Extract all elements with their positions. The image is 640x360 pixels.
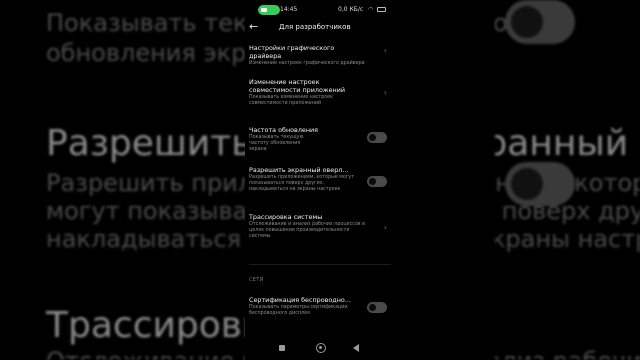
- status-icons: ◠: [368, 6, 387, 13]
- setting-title: Разрешить экранный оверл...: [249, 166, 349, 174]
- bg-toggle: [505, 0, 575, 44]
- setting-subtitle: Отслеживание и анализ рабочих процессов …: [249, 222, 365, 239]
- blurred-background-right: Показывать текущую обновления экрана Раз…: [495, 0, 640, 360]
- setting-subtitle: Показывать параметры сертификации беспро…: [249, 305, 348, 316]
- setting-wireless-certification[interactable]: Сертификация беспроводно... Показывать п…: [249, 296, 391, 317]
- back-button[interactable]: [353, 344, 359, 352]
- setting-subtitle: Разрешить приложениям, которые могут пок…: [249, 175, 354, 192]
- navigation-bar: [245, 338, 395, 358]
- bg-text: Разрешить приложениям, которые: [46, 169, 260, 197]
- app-bar: ← Для разработчиков: [245, 20, 395, 38]
- network-speed: 0,0 КБ/с: [338, 6, 364, 13]
- bg-text: накладываться на экраны настроек: [495, 225, 640, 253]
- setting-title: Трассировка системы: [249, 213, 323, 221]
- setting-title: Настройки графического драйвера: [249, 44, 335, 60]
- setting-title: Изменение настроек совместимости приложе…: [249, 78, 346, 94]
- chevron-right-icon: ›: [383, 88, 387, 97]
- status-bar: 14:45 0,0 КБ/с ◠: [245, 5, 395, 17]
- screen-overlay-toggle[interactable]: [367, 176, 387, 187]
- back-arrow-icon[interactable]: ←: [249, 20, 258, 33]
- setting-title: Сертификация беспроводно...: [249, 296, 351, 304]
- setting-app-compatibility[interactable]: Изменение настроек совместимости приложе…: [249, 78, 391, 107]
- page-title: Для разработчиков: [279, 23, 351, 31]
- screen-record-icon: [258, 5, 280, 15]
- home-button[interactable]: [316, 343, 326, 353]
- bg-text: могут показываться поверх других,: [46, 197, 260, 225]
- bg-text: Отслеживание и анализ рабочих процессов: [495, 346, 640, 360]
- chevron-right-icon: ›: [383, 46, 387, 55]
- setting-subtitle: Изменение настроек графического драйвера: [249, 61, 365, 66]
- setting-subtitle: Показывать изменение настроек совместимо…: [249, 95, 334, 106]
- wireless-certification-toggle[interactable]: [367, 302, 387, 313]
- refresh-rate-toggle[interactable]: [367, 132, 387, 143]
- bg-title: Трассировка системы: [46, 305, 260, 346]
- wifi-icon: ◠: [368, 6, 375, 13]
- bg-text: обновления экрана: [46, 39, 260, 67]
- divider: [249, 264, 391, 265]
- setting-subtitle: Показывать текущую частоту обновления эк…: [249, 135, 304, 152]
- setting-screen-overlay[interactable]: Разрешить экранный оверл... Разрешить пр…: [249, 166, 391, 193]
- chevron-right-icon: ›: [383, 223, 387, 232]
- status-time: 14:45: [280, 6, 298, 13]
- blurred-background-left: Показывать текущую обновления экрана Раз…: [0, 0, 260, 360]
- setting-graphics-driver[interactable]: Настройки графического драйвера Изменени…: [249, 44, 391, 67]
- bg-toggle: [505, 162, 575, 206]
- recents-button[interactable]: [279, 345, 285, 351]
- phone-screen: 14:45 0,0 КБ/с ◠ ← Для разработчиков Нас…: [245, 0, 395, 360]
- bg-title: Разрешить экранный оверл...: [495, 123, 640, 164]
- setting-system-tracing[interactable]: Трассировка системы Отслеживание и анали…: [249, 213, 391, 240]
- section-header-network: СЕТИ: [249, 277, 264, 283]
- bg-text: Показывать текущую: [46, 9, 260, 37]
- battery-icon: [377, 7, 387, 12]
- bg-text: накладываться на экраны настроек: [46, 225, 260, 253]
- setting-refresh-rate[interactable]: Частота обновления Показывать текущую ча…: [249, 126, 391, 153]
- bg-text: Отслеживание и анализ рабочих процессов: [46, 346, 260, 360]
- screen: Показывать текущую обновления экрана Раз…: [0, 0, 640, 360]
- setting-title: Частота обновления: [249, 126, 319, 134]
- bg-title: Разрешить экранный оверл...: [46, 123, 260, 164]
